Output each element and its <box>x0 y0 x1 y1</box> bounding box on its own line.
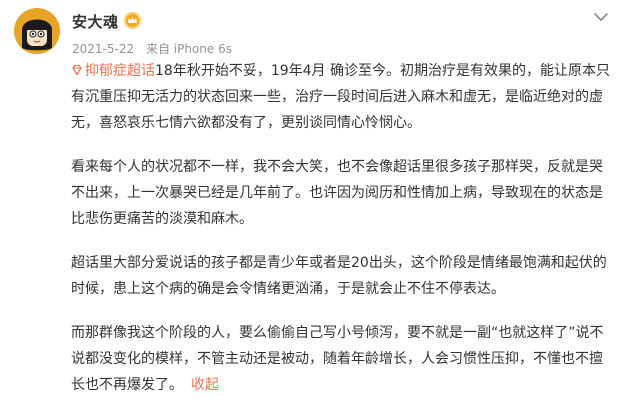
chevron-down-icon[interactable] <box>590 6 612 28</box>
post-meta: 2021-5-22 来自 iPhone 6s <box>72 40 240 57</box>
topic-label: 抑郁症超话 <box>85 63 155 79</box>
topic-link[interactable]: 抑郁症超话 <box>71 63 155 79</box>
post-date[interactable]: 2021-5-22 <box>72 42 134 56</box>
post-source: 来自 iPhone 6s <box>145 42 232 56</box>
avatar-face-icon <box>14 8 60 54</box>
post-paragraph: 抑郁症超话18年秋开始不妥，19年4月 确诊至今。初期治疗是有效果的，能让原本只… <box>71 58 616 136</box>
weibo-post: 安大魂 2021-5-22 来自 iPhone 6s 抑郁症超话18年秋开始不妥… <box>0 0 623 403</box>
collapse-link[interactable]: 收起 <box>191 377 219 393</box>
post-content: 抑郁症超话18年秋开始不妥，19年4月 确诊至今。初期治疗是有效果的，能让原本只… <box>71 58 616 416</box>
avatar[interactable] <box>14 8 60 54</box>
post-paragraph: 而那群像我这个阶段的人，要么偷偷自己写小号倾泻，要不就是一副“也就这样了”说不说… <box>71 320 616 398</box>
gold-crown-badge-icon[interactable] <box>124 12 141 29</box>
post-paragraph: 超话里大部分爱说话的孩子都是青少年或者是20出头，这个阶段是情绪最饱满和起伏的时… <box>71 255 607 297</box>
paragraph-text: 而那群像我这个阶段的人，要么偷偷自己写小号倾泻，要不就是一副“也就这样了”说不说… <box>71 325 604 393</box>
post-paragraph: 看来每个人的状况都不一样，我不会大笑，也不会像超话里很多孩子那样哭，反就是哭不出… <box>71 159 603 227</box>
diamond-icon <box>72 64 82 76</box>
username[interactable]: 安大魂 <box>72 11 119 32</box>
